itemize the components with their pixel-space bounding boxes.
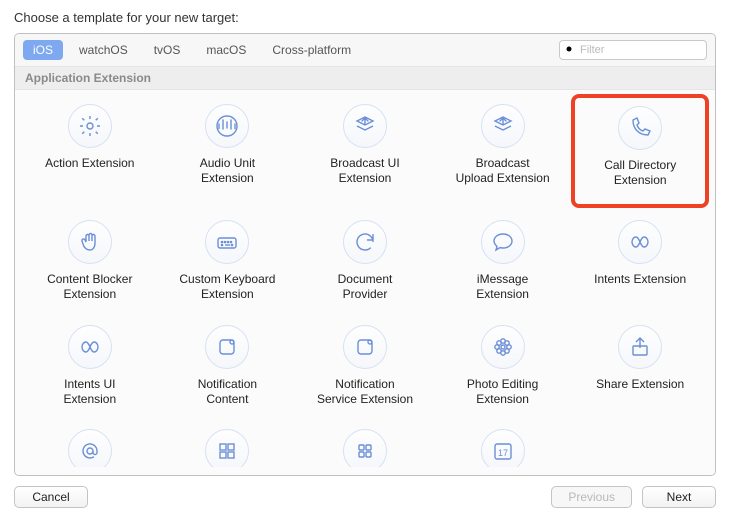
partial-item[interactable] [159, 427, 297, 467]
platform-tabs: iOS watchOS tvOSmacOS Cross-platform [23, 40, 367, 60]
refresh-icon [343, 220, 387, 264]
template-content-blocker-extension[interactable]: Content Blocker Extension [21, 218, 159, 312]
layers-arrow-icon [343, 104, 387, 148]
seventeen-icon: 17 [481, 429, 525, 467]
template-chooser: Choose a template for your new target: i… [0, 0, 730, 518]
cancel-button[interactable]: Cancel [14, 486, 88, 508]
filter-field-wrap [559, 40, 707, 60]
tab-watchos[interactable]: watchOS [69, 40, 138, 60]
template-label: Content Blocker Extension [47, 272, 132, 302]
tab-tvos[interactable]: tvOS [144, 40, 191, 60]
template-label: Audio Unit Extension [200, 156, 255, 186]
template-imessage-extension[interactable]: iMessage Extension [434, 218, 572, 312]
speech-icon [481, 220, 525, 264]
hand-icon [68, 220, 112, 264]
partial-item [571, 427, 709, 467]
template-label: Intents UI Extension [63, 377, 116, 407]
template-label: Notification Service Extension [317, 377, 413, 407]
infinity-icon [618, 220, 662, 264]
main-panel: iOS watchOS tvOSmacOS Cross-platform Applic… [14, 33, 716, 476]
grid4-icon [343, 429, 387, 467]
platform-tabbar: iOS watchOS tvOSmacOS Cross-platform [15, 34, 715, 67]
infinity-icon [68, 325, 112, 369]
template-document-provider[interactable]: Document Provider [296, 218, 434, 312]
template-notification-service-extension[interactable]: Notification Service Extension [296, 323, 434, 417]
template-label: Share Extension [596, 377, 684, 392]
keyboard-icon [205, 220, 249, 264]
filter-icon [564, 44, 576, 56]
template-call-directory-extension[interactable]: Call Directory Extension [571, 94, 709, 208]
soundwave-icon [205, 104, 249, 148]
template-label: iMessage Extension [476, 272, 529, 302]
template-label: Broadcast Upload Extension [456, 156, 550, 186]
template-label: Custom Keyboard Extension [179, 272, 275, 302]
grid-icon [205, 429, 249, 467]
partial-item[interactable]: 17 [434, 427, 572, 467]
tab-ios[interactable]: iOS [23, 40, 63, 60]
template-share-extension[interactable]: Share Extension [571, 323, 709, 417]
dialog-title: Choose a template for your new target: [14, 10, 716, 25]
filter-input[interactable] [559, 40, 707, 60]
tab-cross-platform[interactable]: Cross-platform [262, 40, 361, 60]
share-icon [618, 325, 662, 369]
gear-icon [68, 104, 112, 148]
template-intents-ui-extension[interactable]: Intents UI Extension [21, 323, 159, 417]
flower-icon [481, 325, 525, 369]
layers-arrow-icon [481, 104, 525, 148]
phone-icon [618, 106, 662, 150]
partial-item[interactable] [21, 427, 159, 467]
template-photo-editing-extension[interactable]: Photo Editing Extension [434, 323, 572, 417]
next-button[interactable]: Next [642, 486, 716, 508]
template-label: Action Extension [45, 156, 134, 171]
template-label: Call Directory Extension [604, 158, 676, 188]
tab-macos[interactable]: macOS [196, 40, 256, 60]
template-notification-content[interactable]: Notification Content [159, 323, 297, 417]
square-dot-icon [343, 325, 387, 369]
square-dot-icon [205, 325, 249, 369]
previous-button: Previous [551, 486, 632, 508]
template-label: Broadcast UI Extension [330, 156, 399, 186]
template-label: Document Provider [338, 272, 393, 302]
template-custom-keyboard-extension[interactable]: Custom Keyboard Extension [159, 218, 297, 312]
svg-text:17: 17 [498, 448, 508, 458]
partial-item[interactable] [296, 427, 434, 467]
template-broadcast-upload-extension[interactable]: Broadcast Upload Extension [434, 102, 572, 208]
template-grid: Action Extension Audio Unit Extension Broa… [15, 90, 715, 475]
partial-row: 17 [21, 427, 709, 467]
template-action-extension[interactable]: Action Extension [21, 102, 159, 208]
section-header: Application Extension [15, 67, 715, 90]
template-audio-unit-extension[interactable]: Audio Unit Extension [159, 102, 297, 208]
template-label: Photo Editing Extension [467, 377, 538, 407]
template-label: Intents Extension [594, 272, 686, 287]
template-label: Notification Content [198, 377, 257, 407]
template-broadcast-ui-extension[interactable]: Broadcast UI Extension [296, 102, 434, 208]
footer: Cancel Previous Next [14, 476, 716, 508]
template-intents-extension[interactable]: Intents Extension [571, 218, 709, 312]
at-icon [68, 429, 112, 467]
